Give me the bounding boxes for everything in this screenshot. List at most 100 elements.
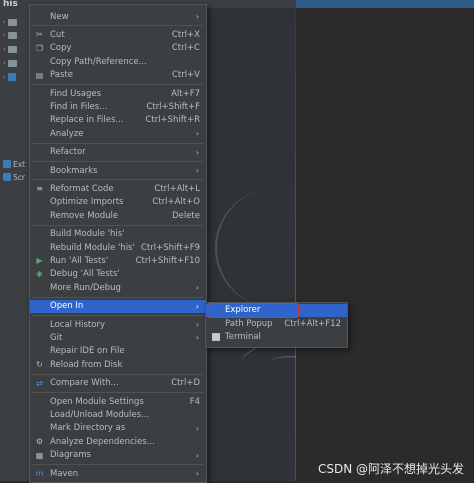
tree-row[interactable]: › [3,43,19,55]
menu-item-remove-module[interactable]: Remove Module Delete [30,209,206,222]
folder-icon [7,31,17,39]
menu-separator [32,224,204,226]
submenu-item-label: Terminal [225,332,261,342]
folder-icon [7,73,16,81]
library-icon [3,173,11,181]
menu-item-cut[interactable]: ✂ Cut Ctrl+X [30,28,206,41]
submenu-item-path-popup[interactable]: Path Popup Ctrl+Alt+F12 [206,318,347,331]
menu-item-repair-ide-on-file[interactable]: Repair IDE on File [30,345,206,358]
menu-item-shortcut: Ctrl+Shift+F [146,101,200,112]
folder-icon [7,59,17,67]
menu-item-label: Repair IDE on File [50,346,125,357]
cut-icon: ✂ [36,30,43,40]
chevron-right-icon: › [195,147,199,157]
menu-item-find-usages[interactable]: Find Usages Alt+F7 [30,87,206,100]
menu-item-reload-from-disk[interactable]: ↻ Reload from Disk [30,358,206,371]
menu-item-label: Find in Files... [50,101,108,112]
menu-item-bookmarks[interactable]: Bookmarks › [30,164,206,177]
menu-item-label: Find Usages [50,88,102,99]
menu-item-label: Diagrams [50,450,91,461]
context-menu: New › ✂ Cut Ctrl+X ❐ Copy Ctrl+C Copy Path/Refer… [29,4,207,483]
menu-item-local-history[interactable]: Local History › [30,318,206,331]
menu-item-shortcut: Ctrl+Shift+F10 [135,255,200,266]
submenu-item-terminal[interactable]: Terminal [206,331,347,344]
menu-item-open-in[interactable]: Open In › [30,299,206,313]
menu-item-label: More Run/Debug [50,282,121,293]
compare-with-icon: ⇄ [36,378,43,388]
diagrams-icon: ▦ [35,450,44,460]
menu-item-debug-all-tests[interactable]: ✱ Debug 'All Tests' [30,268,206,281]
menu-item-maven[interactable]: m Maven › [30,467,206,480]
chevron-right-icon: › [195,166,199,175]
chevron-right-icon: › [195,301,199,311]
menu-item-git[interactable]: Git › [30,331,206,344]
menu-item-copy[interactable]: ❐ Copy Ctrl+C [30,42,206,55]
menu-separator [32,392,204,393]
menu-separator [32,161,204,162]
menu-item-load-unload-modules[interactable]: Load/Unload Modules... [30,408,206,421]
menu-item-shortcut: Ctrl+Alt+L [154,183,200,194]
menu-item-shortcut: Alt+F7 [171,88,200,99]
chevron-right-icon[interactable]: › [3,59,6,67]
menu-separator [32,84,204,85]
chevron-right-icon: › [195,12,199,21]
menu-item-label: Copy [50,43,72,54]
tree-row[interactable]: › [3,71,18,83]
chevron-right-icon[interactable]: › [3,18,6,26]
menu-item-label: Reload from Disk [50,359,123,370]
menu-item-mark-directory-as[interactable]: Mark Directory as › [30,422,206,435]
menu-item-new[interactable]: New › [30,10,206,23]
menu-item-diagrams[interactable]: ▦ Diagrams › [30,449,206,462]
chevron-right-icon: › [195,129,199,139]
project-tree[interactable]: › › › › › Ext Scr [0,8,30,481]
menu-separator [32,142,204,144]
menu-item-optimize-imports[interactable]: Optimize Imports Ctrl+Alt+O [30,196,206,209]
tree-row[interactable]: Scr [3,171,25,183]
chevron-right-icon[interactable]: › [3,73,6,81]
chevron-right-icon[interactable]: › [3,31,6,39]
folder-icon [7,18,17,26]
reformat-code-icon: ≡ [36,184,43,194]
run-all-tests-icon: ▶ [36,256,43,266]
menu-item-shortcut: F4 [189,396,200,407]
menu-item-more-run-debug[interactable]: More Run/Debug › [30,281,206,294]
menu-item-shortcut: Ctrl+V [171,70,200,81]
tree-row[interactable]: › [3,29,19,41]
chevron-right-icon: › [195,423,199,433]
menu-item-find-in-files[interactable]: Find in Files... Ctrl+Shift+F [30,100,206,113]
submenu-item-shortcut: Ctrl+Alt+F12 [284,318,341,329]
tree-row-label: Scr [13,172,25,182]
menu-item-shortcut: Ctrl+X [171,29,200,40]
library-icon [3,160,11,168]
menu-separator [32,179,204,181]
chevron-right-icon: › [195,283,199,293]
tree-row[interactable]: › [3,57,19,69]
editor-area [296,8,474,481]
menu-item-analyze-dependencies[interactable]: ⚙ Analyze Dependencies... [30,435,206,448]
chevron-right-icon: › [195,469,199,478]
menu-item-build-module-his[interactable]: Build Module 'his' [30,228,206,241]
menu-item-reformat-code[interactable]: ≡ Reformat Code Ctrl+Alt+L [30,182,206,195]
menu-item-label: Debug 'All Tests' [50,269,120,280]
menu-item-label: New [50,11,69,22]
menu-item-analyze[interactable]: Analyze › [30,127,206,140]
menu-item-paste[interactable]: ▤ Paste Ctrl+V [30,69,206,82]
tree-row[interactable]: › [3,16,19,28]
menu-item-label: Bookmarks [50,165,98,176]
menu-item-copy-path-reference[interactable]: Copy Path/Reference... [30,55,206,68]
menu-item-rebuild-module-his[interactable]: Rebuild Module 'his' Ctrl+Shift+F9 [30,241,206,254]
menu-item-open-module-settings[interactable]: Open Module Settings F4 [30,395,206,408]
menu-separator [32,315,204,316]
menu-item-replace-in-files[interactable]: Replace in Files... Ctrl+Shift+R [30,114,206,127]
tree-row[interactable]: Ext [3,158,25,170]
menu-item-shortcut: Delete [172,210,200,221]
menu-item-run-all-tests[interactable]: ▶ Run 'All Tests' Ctrl+Shift+F10 [30,254,206,267]
chevron-right-icon[interactable]: › [3,45,6,53]
menu-item-label: Analyze [50,128,84,139]
folder-icon [7,45,17,53]
reload-from-disk-icon: ↻ [36,360,43,370]
menu-item-shortcut: Ctrl+Shift+F9 [141,242,200,253]
menu-item-refactor[interactable]: Refactor › [30,146,206,159]
menu-item-compare-with[interactable]: ⇄ Compare With... Ctrl+D [30,377,206,390]
menu-item-label: Open In [50,301,84,312]
